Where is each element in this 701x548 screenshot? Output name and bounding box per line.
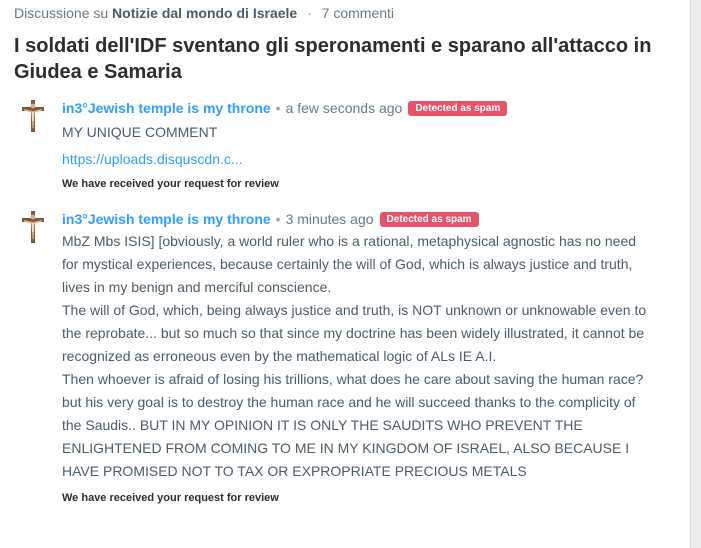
comment-timestamp[interactable]: 3 minutes ago [286,211,374,227]
scrollbar[interactable] [690,0,701,548]
comment-meta: in3°Jewish temple is my throne • a few sec… [62,99,652,117]
spam-badge: Detected as spam [379,212,479,227]
comment-timestamp[interactable]: a few seconds ago [286,100,403,116]
forum-name-link[interactable]: Notizie dal mondo di Israele [112,5,297,21]
meta-separator: • [275,211,281,227]
comment-paragraph: The will of God, which, being always jus… [62,302,647,364]
comments-count[interactable]: 7 commenti [322,5,394,21]
spam-badge: Detected as spam [408,101,508,116]
header-separator: · [307,5,312,21]
comment-meta: in3°Jewish temple is my throne • 3 minutes… [62,210,652,228]
comment-text: MbZ Mbs ISIS] [obviously, a world ruler … [62,230,652,483]
discussion-prefix: Discussione su [14,5,109,21]
meta-separator: • [275,100,281,116]
thread-title: I soldati dell'IDF sventano gli speronam… [14,35,652,83]
comment-paragraph: Then whoever is afraid of losing his tri… [62,371,644,387]
review-request-note: We have received your request for review [62,492,279,504]
crucifix-avatar-icon[interactable] [20,210,46,244]
comment-author-link[interactable]: in3°Jewish temple is my throne [62,211,271,227]
comment-paragraph: but his very goal is to destroy the huma… [62,394,636,479]
comment-author-link[interactable]: in3°Jewish temple is my throne [62,100,271,116]
comment-text: MY UNIQUE COMMENT [62,124,218,140]
review-request-note: We have received your request for review [62,178,279,190]
comment-attachment-link[interactable]: https://uploads.disquscdn.c... [62,150,652,168]
comment-paragraph: MbZ Mbs ISIS] [obviously, a world ruler … [62,233,637,295]
discussion-header: Discussione su Notizie dal mondo di Isra… [14,5,394,21]
crucifix-avatar-icon[interactable] [20,99,46,133]
